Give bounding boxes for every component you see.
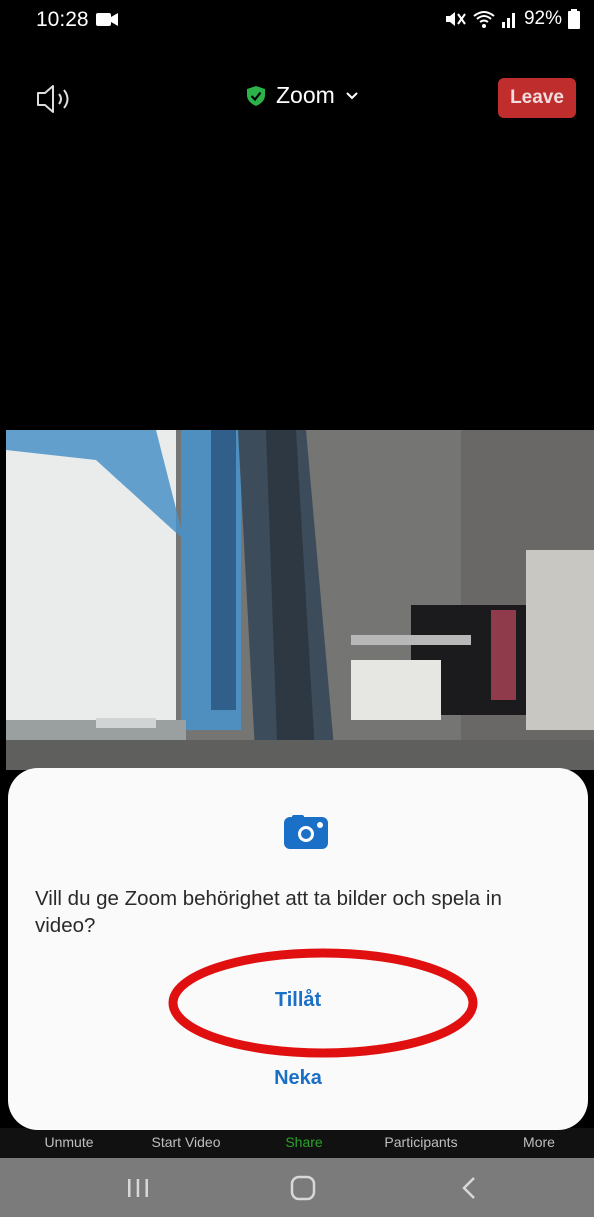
video-recording-icon <box>96 13 118 26</box>
participants-button[interactable]: Participants <box>384 1134 457 1150</box>
leave-button[interactable]: Leave <box>498 78 576 118</box>
deny-button[interactable]: Neka <box>198 1056 398 1100</box>
meeting-name: Zoom <box>276 82 335 108</box>
status-indicators: 92% <box>444 8 580 30</box>
participant-video-feed <box>6 430 594 770</box>
wifi-icon <box>473 11 495 28</box>
chevron-down-icon <box>346 91 358 99</box>
permission-question: Vill du ge Zoom behörighet att ta bilder… <box>35 887 502 937</box>
home-icon[interactable] <box>283 1170 323 1206</box>
camera-icon <box>284 815 328 849</box>
signal-icon <box>501 13 515 28</box>
allow-button[interactable]: Tillåt <box>198 978 398 1022</box>
meeting-toolbar: Unmute Start Video Share Participants Mo… <box>0 1128 594 1158</box>
recent-apps-icon[interactable] <box>118 1170 158 1206</box>
meeting-header: Zoom Leave <box>0 70 594 126</box>
share-button[interactable]: Share <box>285 1134 322 1150</box>
status-bar: 10:28 92% <box>0 0 594 48</box>
speaker-icon[interactable] <box>36 84 76 114</box>
video-frame-image <box>6 430 594 770</box>
battery-icon <box>568 9 580 29</box>
mute-icon <box>445 12 466 26</box>
more-button[interactable]: More <box>523 1134 555 1150</box>
unmute-button[interactable]: Unmute <box>44 1134 93 1150</box>
navigation-bar <box>0 1158 594 1217</box>
meeting-title-dropdown[interactable]: Zoom <box>246 82 359 109</box>
battery-percent: 92% <box>523 8 562 29</box>
shield-check-icon <box>247 85 265 106</box>
start-video-button[interactable]: Start Video <box>151 1134 220 1150</box>
status-time: 10:28 <box>36 8 89 31</box>
permission-dialog: Vill du ge Zoom behörighet att ta bilder… <box>8 768 588 1130</box>
back-icon[interactable] <box>450 1170 490 1206</box>
